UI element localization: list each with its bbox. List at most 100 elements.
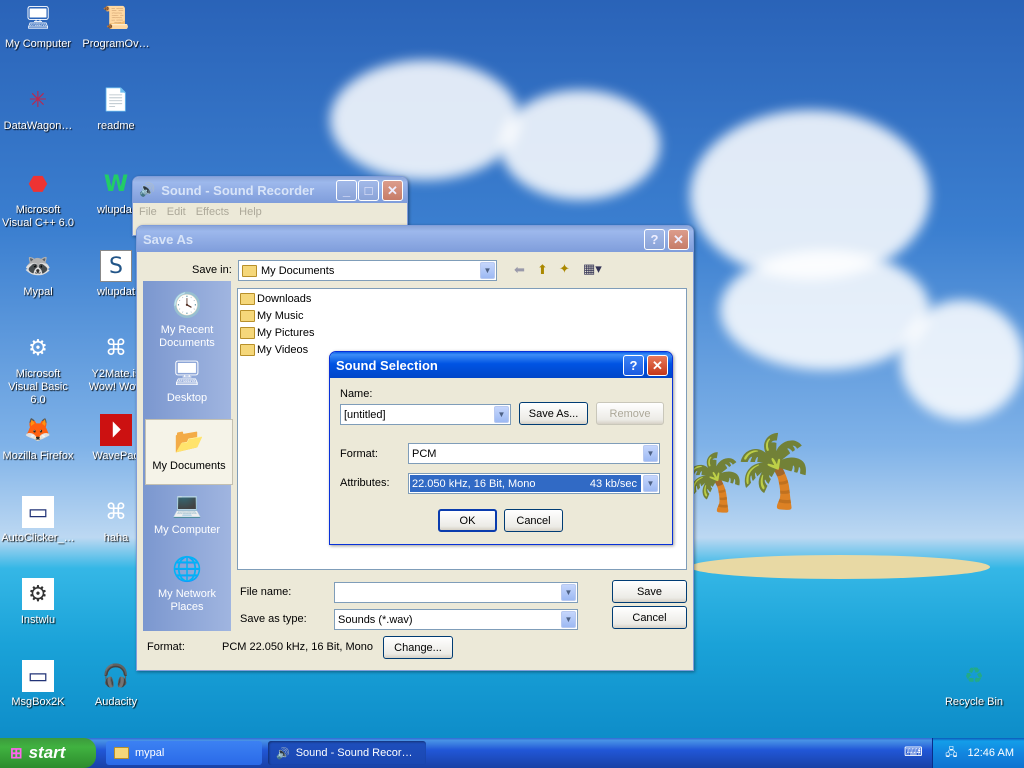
help-button[interactable]: ? — [623, 355, 644, 376]
file-name-label: File name: — [240, 586, 292, 598]
desktop-icon-datawagon[interactable]: ✳ DataWagon… — [0, 84, 76, 133]
place-my-documents[interactable]: 📂 My Documents — [145, 419, 233, 485]
chevron-down-icon[interactable]: ▼ — [561, 584, 576, 601]
clock[interactable]: 12:46 AM — [968, 747, 1014, 759]
window-title: Sound - Sound Recorder — [161, 182, 315, 198]
views-menu-icon[interactable]: ▦▾ — [583, 261, 602, 277]
place-my-network-places[interactable]: 🌐 My Network Places — [143, 552, 231, 614]
menu-effects[interactable]: Effects — [196, 206, 229, 218]
visual-cpp-icon: ⬣ — [28, 171, 48, 197]
task-sound-recorder[interactable]: 🔊 Sound - Sound Recor… — [268, 741, 426, 765]
close-button[interactable]: ✕ — [647, 355, 668, 376]
cancel-button[interactable]: Cancel — [612, 606, 687, 629]
format-label: Format: — [340, 448, 378, 460]
desktop-icon-readme[interactable]: 📄 readme — [78, 84, 154, 133]
close-button[interactable]: ✕ — [382, 180, 403, 201]
name-dropdown[interactable]: [untitled] ▼ — [340, 404, 511, 425]
place-desktop[interactable]: 🖥 Desktop — [143, 356, 231, 405]
sound-selection-titlebar[interactable]: Sound Selection ? ✕ — [330, 352, 672, 378]
save-in-dropdown[interactable]: My Documents ▼ — [238, 260, 497, 281]
shortcut-icon: ⌘ — [105, 335, 127, 361]
cloud — [900, 300, 1024, 420]
gear-icon: ⚙ — [22, 578, 54, 610]
task-mypal[interactable]: mypal — [106, 741, 262, 765]
place-my-computer[interactable]: 💻 My Computer — [143, 488, 231, 537]
menu-file[interactable]: File — [139, 206, 157, 218]
menu-help[interactable]: Help — [239, 206, 262, 218]
menu-edit[interactable]: Edit — [167, 206, 186, 218]
chevron-down-icon[interactable]: ▼ — [480, 262, 495, 279]
desktop-icon-instwlu[interactable]: ⚙ Instwlu — [0, 578, 76, 627]
open-folder-icon: 📂 — [174, 426, 204, 455]
scroll-icon: 📜 — [102, 5, 130, 31]
desktop-icon-visual-basic[interactable]: ⚙ Microsoft Visual Basic 6.0 — [0, 332, 76, 407]
datawagon-icon: ✳ — [28, 87, 48, 113]
island — [690, 555, 990, 579]
script-icon: S — [100, 250, 132, 282]
save-as-button[interactable]: Save As... — [519, 402, 588, 425]
ok-button[interactable]: OK — [438, 509, 497, 532]
window-icon: ▭ — [22, 496, 54, 528]
file-name-input[interactable]: ▼ — [334, 582, 578, 603]
selected-attribute: 22.050 kHz, 16 Bit, Mono 43 kb/sec — [410, 475, 641, 492]
taskbar: ⊞ start mypal 🔊 Sound - Sound Recor… ⌨ 🖧… — [0, 738, 1024, 768]
headphones-icon: 🎧 — [102, 663, 130, 689]
desktop-icon-recycle-bin[interactable]: ♻ Recycle Bin — [936, 660, 1012, 709]
desktop-icon-msgbox2k[interactable]: ▭ MsgBox2K — [0, 660, 76, 709]
keyboard-icon[interactable]: ⌨ — [904, 745, 923, 760]
attributes-dropdown[interactable]: 22.050 kHz, 16 Bit, Mono 43 kb/sec ▼ — [408, 473, 660, 494]
network-icon[interactable]: 🖧 — [945, 744, 957, 763]
document-icon: 📄 — [102, 87, 130, 113]
raccoon-icon: 🦝 — [24, 253, 52, 279]
change-button[interactable]: Change... — [383, 636, 453, 659]
save-as-type-dropdown[interactable]: Sounds (*.wav) ▼ — [334, 609, 578, 630]
desktop-icon-autoclicker[interactable]: ▭ AutoClicker_… — [0, 496, 76, 545]
win2k-icon: W — [103, 171, 129, 197]
help-button[interactable]: ? — [644, 229, 665, 250]
close-button[interactable]: ✕ — [668, 229, 689, 250]
videos-folder-icon — [240, 344, 255, 356]
chevron-down-icon[interactable]: ▼ — [494, 406, 509, 423]
visual-basic-icon: ⚙ — [28, 335, 48, 361]
cloud — [720, 250, 930, 370]
chevron-down-icon[interactable]: ▼ — [561, 611, 576, 628]
speaker-icon: 🔊 — [139, 182, 156, 198]
cancel-button[interactable]: Cancel — [504, 509, 563, 532]
format-label: Format: — [147, 641, 185, 653]
desktop-icon-mypal[interactable]: 🦝 Mypal — [0, 250, 76, 299]
recycle-bin-icon: ♻ — [964, 663, 984, 689]
remove-button[interactable]: Remove — [596, 402, 664, 425]
maximize-button[interactable]: □ — [358, 180, 379, 201]
desktop-icon-visual-cpp[interactable]: ⬣ Microsoft Visual C++ 6.0 — [0, 168, 76, 230]
sound-recorder-titlebar[interactable]: 🔊 Sound - Sound Recorder _ □ ✕ — [133, 177, 407, 203]
speaker-icon: 🔊 — [276, 746, 290, 760]
computer-icon: 💻 — [172, 490, 202, 519]
chevron-down-icon[interactable]: ▼ — [643, 445, 658, 462]
list-item[interactable]: Downloads — [240, 293, 311, 305]
firefox-icon: 🦊 — [24, 417, 52, 443]
up-folder-icon[interactable]: ⬆ — [537, 262, 548, 278]
save-as-titlebar[interactable]: Save As ? ✕ — [137, 226, 693, 252]
new-folder-icon[interactable]: ✦ — [559, 261, 570, 277]
start-button[interactable]: ⊞ start — [0, 738, 96, 768]
attributes-label: Attributes: — [340, 477, 390, 489]
save-button[interactable]: Save — [612, 580, 687, 603]
save-in-label: Save in: — [192, 264, 232, 276]
list-item[interactable]: My Videos — [240, 344, 308, 356]
shortcut-icon: ⌘ — [105, 499, 127, 525]
save-as-type-label: Save as type: — [240, 613, 307, 625]
sound-selection-dialog[interactable]: Sound Selection ? ✕ Name: [untitled] ▼ Sa… — [329, 351, 673, 545]
chevron-down-icon[interactable]: ▼ — [643, 475, 658, 492]
minimize-button[interactable]: _ — [336, 180, 357, 201]
windows-logo-icon: ⊞ — [10, 745, 23, 762]
desktop-icon: 🖥 — [171, 358, 203, 387]
desktop-icon-firefox[interactable]: 🦊 Mozilla Firefox — [0, 414, 76, 463]
place-my-recent-documents[interactable]: 🕓 My Recent Documents — [143, 288, 231, 350]
desktop-icon-my-computer[interactable]: 🖥 My Computer — [0, 2, 76, 51]
globe-icon: 🌐 — [172, 554, 202, 583]
desktop-icon-programov[interactable]: 📜 ProgramOv… — [78, 2, 154, 51]
list-item[interactable]: My Pictures — [240, 327, 314, 339]
list-item[interactable]: My Music — [240, 310, 303, 322]
format-dropdown[interactable]: PCM ▼ — [408, 443, 660, 464]
back-icon[interactable]: ⬅ — [514, 262, 525, 278]
